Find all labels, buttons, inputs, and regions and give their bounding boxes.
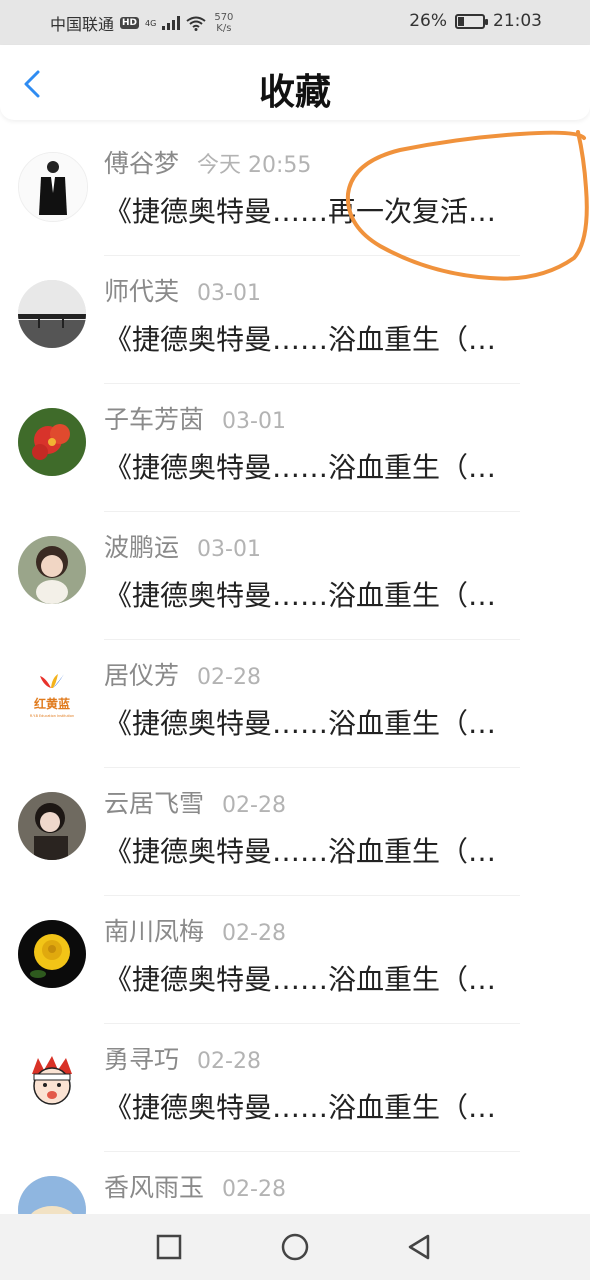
battery-icon xyxy=(455,13,488,29)
battery-level xyxy=(458,16,464,26)
item-title: 《捷德奥特曼……浴血重生（… xyxy=(104,835,497,868)
avatar xyxy=(18,1048,86,1116)
item-title: 《捷德奥特曼……浴血重生（… xyxy=(104,963,497,996)
author-name: 波鹏运 xyxy=(104,533,180,562)
timestamp: 02-28 xyxy=(197,665,261,690)
timestamp: 02-28 xyxy=(222,921,286,946)
favorite-item[interactable]: 师代芙 03-01 《捷德奥特曼……浴血重生（… xyxy=(0,256,590,384)
page-title: 收藏 xyxy=(258,72,331,113)
favorite-item[interactable]: 南川凤梅 02-28 《捷德奥特曼……浴血重生（… xyxy=(0,896,590,1024)
item-header: 勇寻巧 02-28 xyxy=(104,1040,261,1076)
yellow-rose-image xyxy=(18,920,86,988)
item-header: 居仪芳 02-28 xyxy=(104,656,261,692)
timestamp: 02-28 xyxy=(222,793,286,818)
header-bar: 收藏 xyxy=(0,45,590,120)
girl-portrait-image xyxy=(18,536,86,604)
author-name: 勇寻巧 xyxy=(104,1045,180,1074)
logo-subtext: R.Y.B Education Institution xyxy=(30,714,74,718)
logo-text: 红黄蓝 xyxy=(34,696,70,711)
item-title: 《捷德奥特曼……浴血重生（… xyxy=(104,579,497,612)
hd-icon: HD xyxy=(120,17,140,29)
avatar xyxy=(18,408,86,476)
signal-icon xyxy=(162,16,181,30)
net-speed: 570 K/s xyxy=(214,12,233,34)
item-header: 傅谷梦 今天 20:55 xyxy=(104,144,311,180)
cartoon-face-image xyxy=(18,1048,86,1116)
favorite-item[interactable]: 云居飞雪 02-28 《捷德奥特曼……浴血重生（… xyxy=(0,768,590,896)
network-type: 4G xyxy=(145,18,157,28)
item-header: 师代芙 03-01 xyxy=(104,272,261,308)
item-header: 香风雨玉 02-28 xyxy=(104,1168,286,1204)
author-name: 傅谷梦 xyxy=(104,149,180,178)
author-name: 香风雨玉 xyxy=(104,1173,205,1202)
author-name: 居仪芳 xyxy=(104,661,180,690)
avatar xyxy=(18,792,86,860)
item-title: 《捷德奥特曼……再一次复活… xyxy=(104,195,497,228)
favorite-item[interactable]: 勇寻巧 02-28 《捷德奥特曼……浴血重生（… xyxy=(0,1024,590,1152)
avatar xyxy=(18,920,86,988)
carrier-label: 中国联通 xyxy=(50,15,115,34)
bridge-image xyxy=(18,280,86,348)
battery-percent: 26% xyxy=(409,11,447,31)
timestamp: 今天 20:55 xyxy=(197,153,312,178)
author-name: 师代芙 xyxy=(104,277,180,306)
favorite-item[interactable]: 波鹏运 03-01 《捷德奥特曼……浴血重生（… xyxy=(0,512,590,640)
item-header: 波鹏运 03-01 xyxy=(104,528,261,564)
timestamp: 03-01 xyxy=(197,281,261,306)
favorite-item[interactable]: 子车芳茵 03-01 《捷德奥特曼……浴血重生（… xyxy=(0,384,590,512)
avatar xyxy=(18,152,88,222)
avatar: 红黄蓝 R.Y.B Education Institution xyxy=(18,664,86,732)
net-speed-value: 570 xyxy=(214,12,234,23)
wifi-icon xyxy=(186,16,206,31)
status-right: 26% 21:03 xyxy=(409,11,542,31)
avatar xyxy=(18,280,86,348)
suit-figure-image xyxy=(19,153,87,221)
item-title: 《捷德奥特曼……浴血重生（… xyxy=(104,707,497,740)
clock: 21:03 xyxy=(493,11,542,31)
author-name: 南川凤梅 xyxy=(104,917,205,946)
item-title: 《捷德奥特曼……浴血重生（… xyxy=(104,1091,497,1124)
author-name: 子车芳茵 xyxy=(104,405,205,434)
woman-portrait-image xyxy=(18,792,86,860)
item-title: 《捷德奥特曼……浴血重生（… xyxy=(104,323,497,356)
system-nav-bar xyxy=(0,1214,590,1280)
favorites-list: 傅谷梦 今天 20:55 《捷德奥特曼……再一次复活… 师代芙 03-01 《捷… xyxy=(0,128,590,1280)
timestamp: 03-01 xyxy=(222,409,286,434)
item-header: 云居飞雪 02-28 xyxy=(104,784,286,820)
ryb-logo-image: 红黄蓝 R.Y.B Education Institution xyxy=(18,664,86,732)
favorite-item[interactable]: 红黄蓝 R.Y.B Education Institution 居仪芳 02-2… xyxy=(0,640,590,768)
author-name: 云居飞雪 xyxy=(104,789,205,818)
square-icon[interactable] xyxy=(154,1232,184,1262)
status-left: 中国联通 HD 4G 570 K/s xyxy=(50,11,233,35)
favorite-item[interactable]: 傅谷梦 今天 20:55 《捷德奥特曼……再一次复活… xyxy=(0,128,590,256)
avatar xyxy=(18,536,86,604)
net-speed-unit: K/s xyxy=(216,23,232,34)
item-header: 南川凤梅 02-28 xyxy=(104,912,286,948)
item-header: 子车芳茵 03-01 xyxy=(104,400,286,436)
status-bar: 中国联通 HD 4G 570 K/s 26% 21:03 xyxy=(0,0,590,45)
circle-icon[interactable] xyxy=(280,1232,310,1262)
triangle-back-icon[interactable] xyxy=(404,1232,434,1262)
item-title: 《捷德奥特曼……浴血重生（… xyxy=(104,451,497,484)
timestamp: 03-01 xyxy=(197,537,261,562)
timestamp: 02-28 xyxy=(222,1177,286,1202)
timestamp: 02-28 xyxy=(197,1049,261,1074)
red-flower-image xyxy=(18,408,86,476)
